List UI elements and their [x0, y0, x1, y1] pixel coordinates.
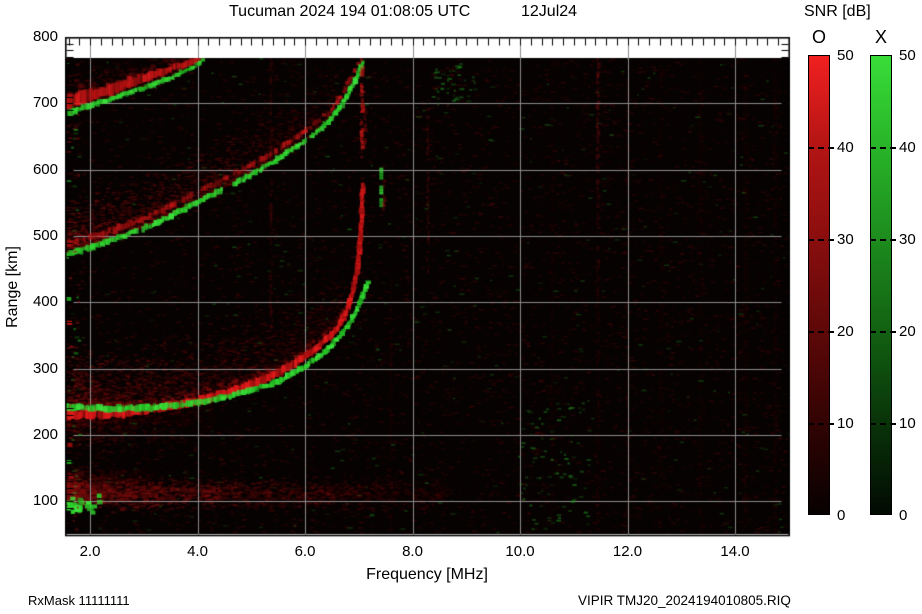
page-title: Tucuman 2024 194 01:08:05 UTC [229, 3, 471, 20]
x-tick-label: 6.0 [294, 543, 316, 560]
o-colorbar-tick-label: 40 [837, 139, 854, 156]
o-mode-colorbar [808, 55, 834, 515]
x-tick-label: 2.0 [79, 543, 101, 560]
footer-rxmask: RxMask 11111111 [28, 593, 130, 608]
x-colorbar-tick-label: 20 [899, 323, 916, 340]
colorbar-tick-dash [870, 331, 896, 333]
x-tick-label: 12.0 [612, 543, 643, 560]
x-tick-label: 4.0 [187, 543, 208, 560]
y-tick-label: 400 [32, 293, 58, 311]
colorbar-tick-dash [870, 147, 896, 149]
o-mode-header: O [811, 27, 826, 47]
x-axis-label: Frequency [MHz] [366, 566, 488, 583]
y-tick-label: 200 [32, 425, 58, 443]
ionogram-plot-canvas [0, 0, 922, 614]
y-tick-label: 800 [32, 28, 58, 45]
colorbar-tick-dash [808, 239, 834, 241]
colorbar-tick-dash [808, 147, 834, 149]
colorbar-tick-dash [808, 423, 834, 425]
footer-filename: VIPIR TMJ20_2024194010805.RIQ [578, 593, 791, 608]
x-colorbar-tick-label: 10 [899, 415, 916, 432]
x-mode-header: X [874, 27, 887, 47]
o-colorbar-tick-label: 30 [837, 231, 854, 248]
o-colorbar-tick-label: 50 [837, 47, 854, 64]
x-colorbar-tick-label: 30 [899, 231, 916, 248]
colorbar-title: SNR [dB] [804, 3, 871, 20]
x-mode-colorbar [870, 55, 896, 515]
ionogram-page: Tucuman 2024 194 01:08:05 UTC 12Jul24 SN… [0, 0, 922, 614]
x-colorbar-tick-label: 50 [899, 47, 916, 64]
title-date: 12Jul24 [521, 3, 578, 20]
o-colorbar-tick-label: 0 [837, 507, 846, 524]
y-tick-label: 300 [32, 359, 58, 377]
x-tick-label: 10.0 [505, 543, 535, 560]
y-tick-label: 100 [32, 492, 58, 510]
colorbar-tick-dash [808, 331, 834, 333]
y-tick-label: 600 [32, 160, 58, 178]
y-tick-label: 700 [32, 94, 58, 112]
x-tick-label: 8.0 [402, 543, 423, 560]
colorbar-tick-dash [870, 423, 896, 425]
o-colorbar-tick-label: 10 [837, 415, 854, 432]
x-colorbar-tick-label: 0 [899, 507, 908, 524]
x-tick-label: 14.0 [720, 543, 750, 560]
y-tick-label: 500 [32, 226, 58, 244]
y-axis-label: Range [km] [4, 246, 21, 328]
o-colorbar-tick-label: 20 [837, 323, 854, 340]
x-colorbar-tick-label: 40 [899, 139, 916, 156]
colorbar-tick-dash [870, 239, 896, 241]
